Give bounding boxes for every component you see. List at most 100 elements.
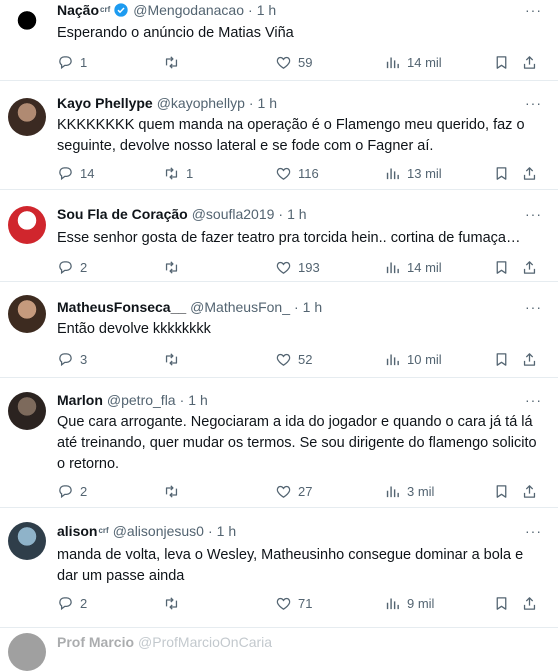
author-name[interactable]: alison [57,522,97,540]
avatar[interactable] [8,522,46,560]
views-icon [386,57,399,68]
tweet-header: alison crf @alisonjesus0 · 1 h [57,522,236,540]
more-icon[interactable]: ··· [525,95,542,111]
views-icon [386,168,399,179]
avatar[interactable] [8,633,46,671]
timestamp[interactable]: 1 h [258,94,277,112]
like-button[interactable]: 116 [275,163,319,183]
views-button[interactable]: 14 mil [384,52,442,72]
reply-button[interactable]: 14 [57,163,94,183]
author-name[interactable]: Marlon [57,391,103,409]
reply-button[interactable]: 2 [57,593,87,613]
bookmark-button[interactable] [493,163,510,183]
views-icon [386,262,399,273]
share-button[interactable] [521,163,538,183]
share-button[interactable] [521,593,538,613]
avatar[interactable] [8,295,46,333]
reply-button[interactable]: 1 [57,52,87,72]
replies-count: 2 [80,595,88,611]
like-button[interactable]: 71 [275,593,312,613]
author-handle[interactable]: @Mengodanacao [133,1,244,19]
views-button[interactable]: 14 mil [384,257,442,277]
timestamp[interactable]: 1 h [287,205,306,223]
views-count: 10 mil [407,351,442,367]
retweet-button[interactable] [163,257,186,277]
more-icon[interactable]: ··· [525,206,542,222]
avatar[interactable] [8,392,46,430]
author-name[interactable]: Kayo Phellype [57,94,153,112]
author-name[interactable]: Sou Fla de Coração [57,205,188,223]
share-button[interactable] [521,349,538,369]
author-handle[interactable]: @petro_fla [107,391,176,409]
likes-count: 193 [298,259,320,275]
tweet-text: Então devolve kkkkkkkk [57,321,211,337]
likes-count: 27 [298,483,313,499]
bookmark-button[interactable] [493,481,510,501]
bookmark-button[interactable] [493,349,510,369]
bookmark-button[interactable] [493,593,510,613]
like-icon [276,485,291,498]
replies-count: 1 [80,54,88,70]
like-icon [276,261,291,274]
bookmark-button[interactable] [493,52,510,72]
more-icon[interactable]: ··· [525,523,542,539]
tweet-text: Que cara arrogante. Negociaram a ida do … [57,414,541,472]
more-icon[interactable]: ··· [525,299,542,315]
retweet-button[interactable] [163,349,186,369]
views-icon [386,598,399,609]
author-name[interactable]: Nação [57,1,99,19]
share-button[interactable] [521,257,538,277]
tweet-divider [0,377,558,378]
author-handle[interactable]: @alisonjesus0 [113,522,204,540]
retweet-button[interactable] [163,481,186,501]
timestamp[interactable]: 1 h [217,522,236,540]
retweet-button[interactable]: 1 [163,163,193,183]
bookmark-icon [496,55,507,69]
avatar[interactable] [8,206,46,244]
author-handle[interactable]: @ProfMarcioOnCaria [138,633,272,651]
tweet-text: Esse senhor gosta de fazer teatro pra to… [57,230,521,246]
author-handle[interactable]: @soufla2019 [192,205,275,223]
avatar[interactable] [8,6,46,44]
share-button[interactable] [521,481,538,501]
views-button[interactable]: 10 mil [384,349,442,369]
tweet-header: MatheusFonseca__ @MatheusFon_ · 1 h [57,298,322,316]
views-button[interactable]: 3 mil [384,481,434,501]
retweet-button[interactable] [163,593,186,613]
verified-badge-icon [114,3,128,17]
like-button[interactable]: 193 [275,257,320,277]
author-handle[interactable]: @kayophellyp [157,94,245,112]
bookmark-icon [496,166,507,180]
like-button[interactable]: 27 [275,481,312,501]
author-name[interactable]: MatheusFonseca__ [57,298,186,316]
views-button[interactable]: 9 mil [384,593,434,613]
author-handle[interactable]: @MatheusFon_ [190,298,290,316]
more-icon[interactable]: ··· [525,392,542,408]
tweet-actions: 2 71 9 mil [57,593,547,613]
bookmark-button[interactable] [493,257,510,277]
reply-button[interactable]: 2 [57,257,87,277]
avatar[interactable] [8,98,46,136]
retweet-icon [165,166,178,180]
share-button[interactable] [521,52,538,72]
bookmark-icon [496,352,507,366]
reply-button[interactable]: 2 [57,481,87,501]
like-button[interactable]: 52 [275,349,312,369]
share-icon [523,352,536,366]
author-name[interactable]: Prof Marcio [57,633,134,651]
reply-button[interactable]: 3 [57,349,87,369]
timestamp[interactable]: 1 h [303,298,322,316]
tweet-header: Marlon @petro_fla · 1 h [57,391,208,409]
retweet-button[interactable] [163,52,186,72]
views-button[interactable]: 13 mil [384,163,442,183]
more-icon[interactable]: ··· [525,2,542,18]
retweet-icon [165,260,178,274]
retweet-icon [165,484,178,498]
timestamp[interactable]: 1 h [188,391,207,409]
views-count: 9 mil [407,595,435,611]
replies-count: 2 [80,483,88,499]
like-button[interactable]: 59 [275,52,312,72]
tweet-divider [0,189,558,190]
timestamp[interactable]: 1 h [257,1,276,19]
views-count: 14 mil [407,54,442,70]
